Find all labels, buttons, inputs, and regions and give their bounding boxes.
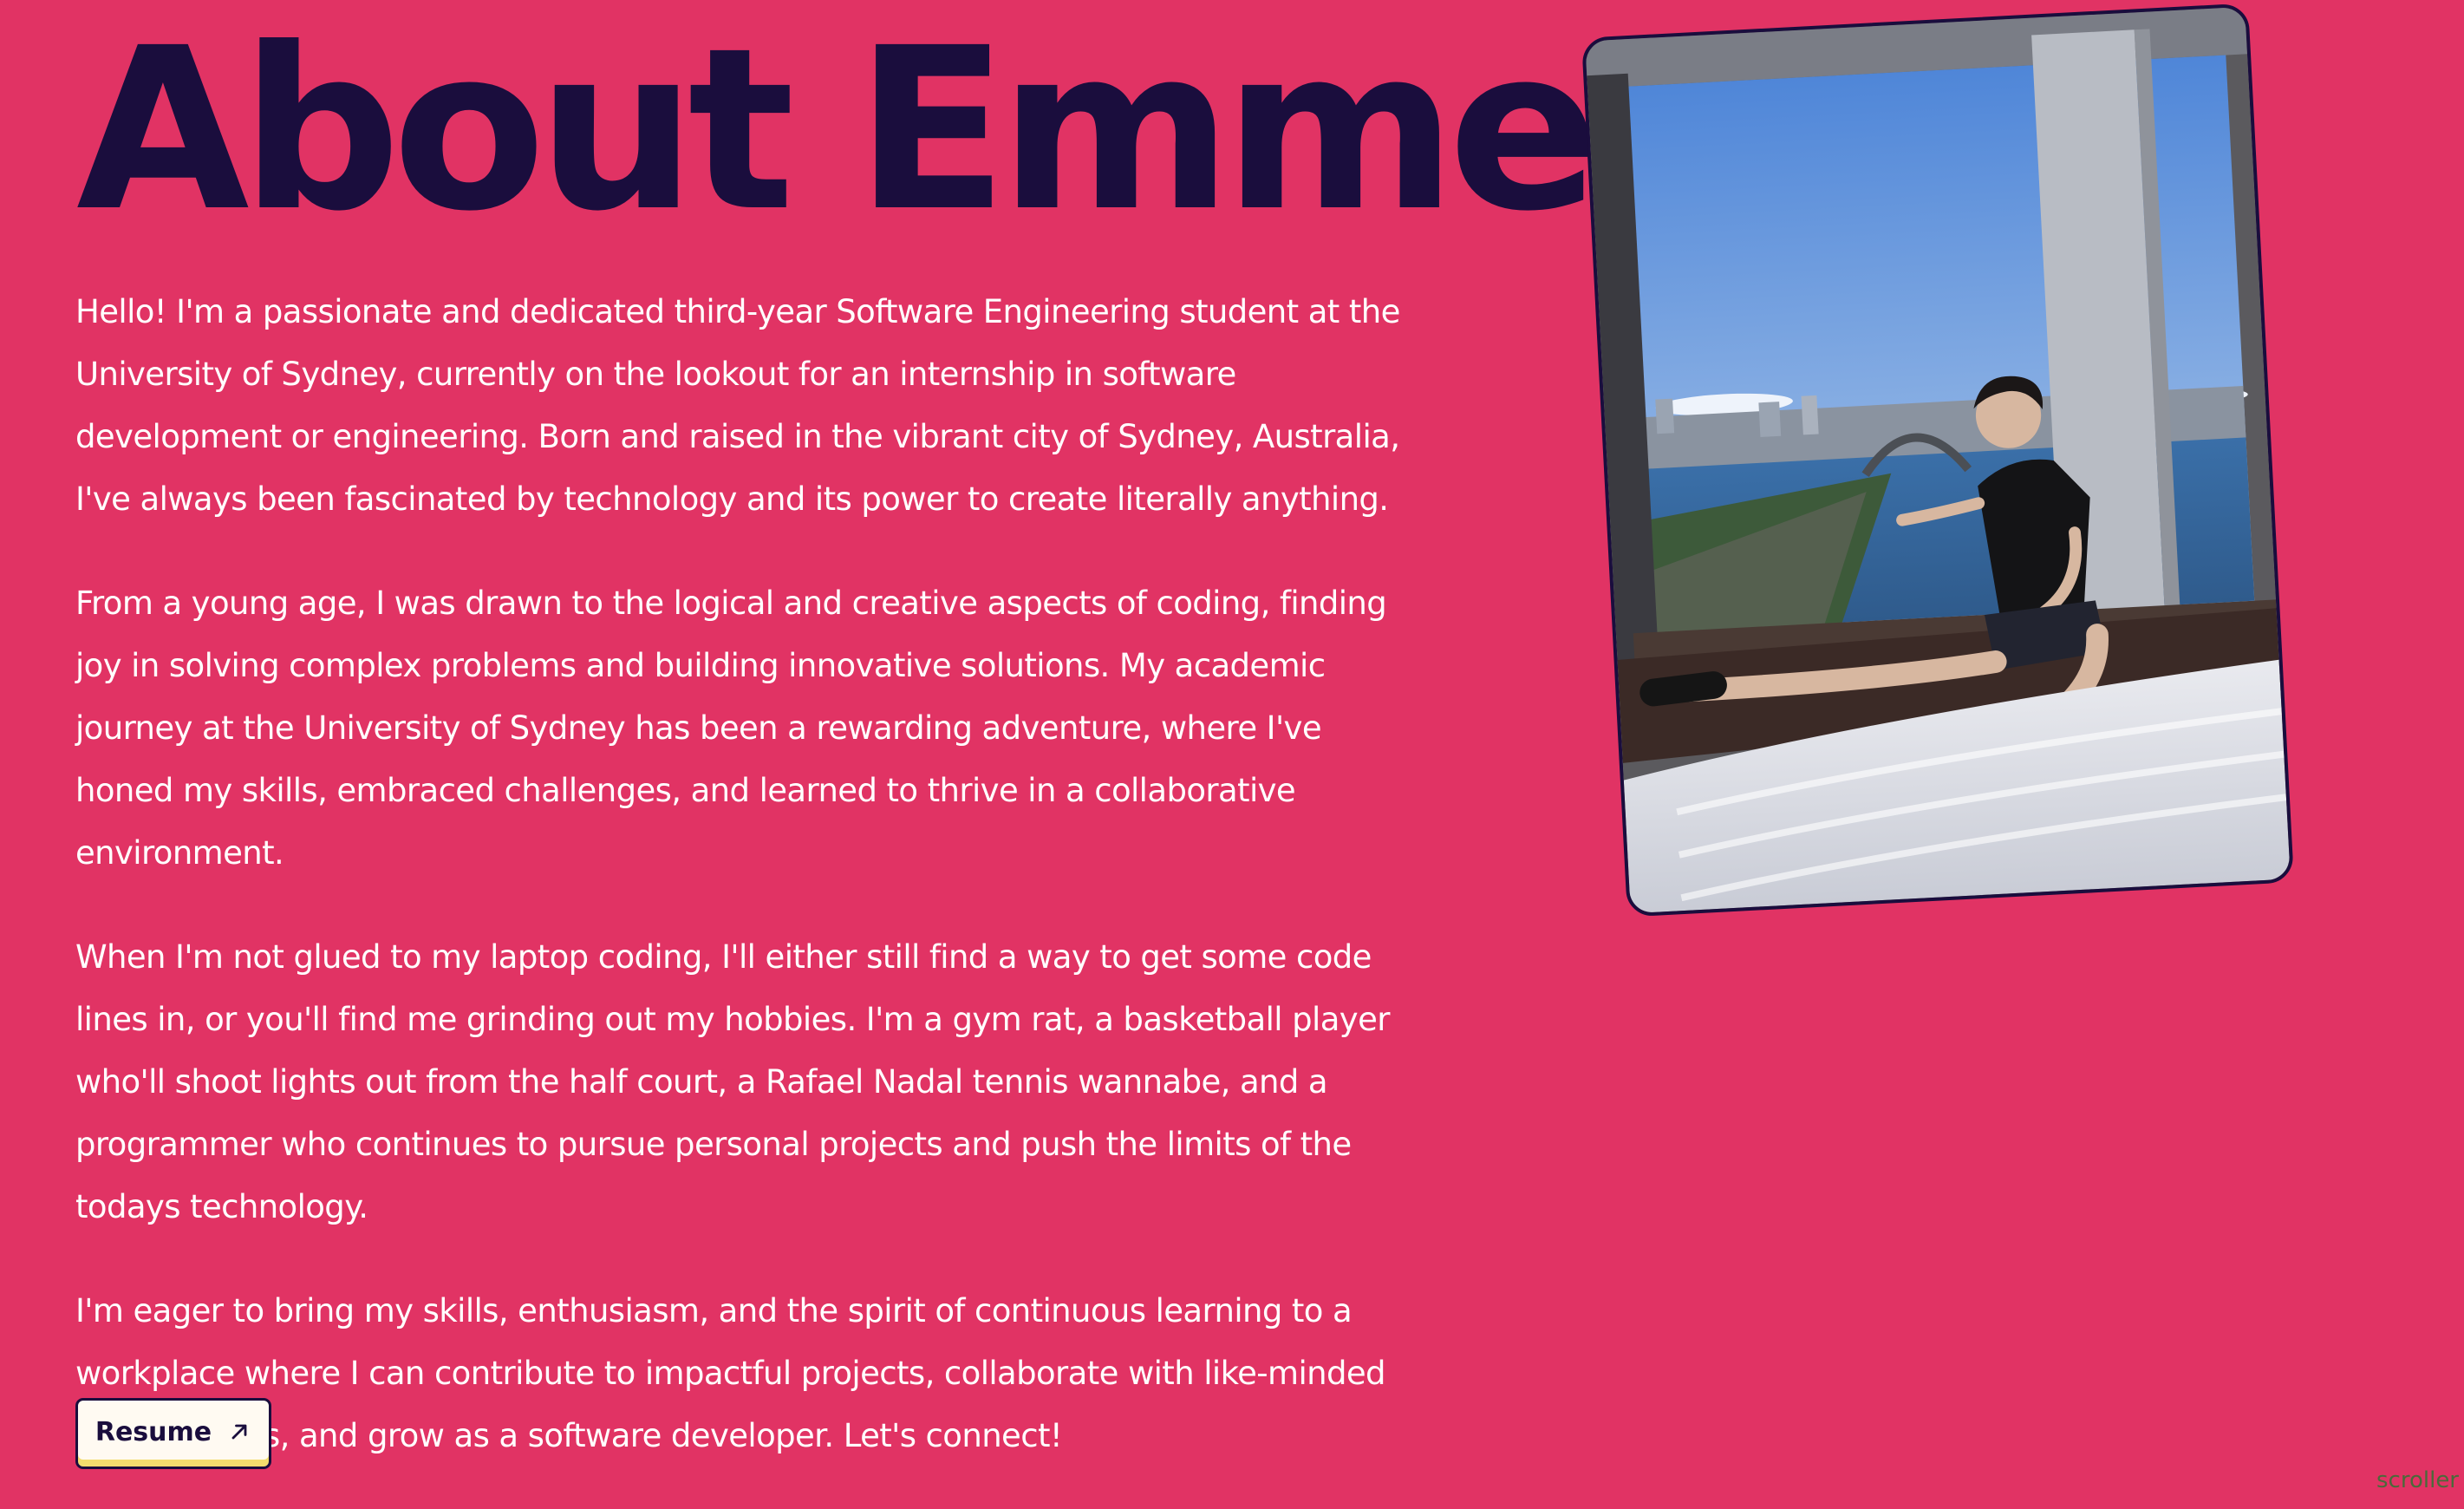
bio-paragraph-closing: I'm eager to bring my skills, enthusiasm… (75, 1292, 1386, 1454)
bio-paragraph-intro: Hello! I'm a passionate and dedicated th… (75, 293, 1400, 518)
page-title: About Emme (76, 0, 1600, 260)
resume-button-label: Resume (95, 1416, 212, 1447)
bio-paragraph-journey: From a young age, I was drawn to the log… (75, 585, 1387, 872)
bio-section: Hello! I'm a passionate and dedicated th… (75, 281, 1428, 1509)
resume-button[interactable]: Resume (75, 1398, 271, 1469)
profile-photo (1581, 3, 2295, 918)
bio-paragraph-hobbies: When I'm not glued to my laptop coding, … (75, 938, 1390, 1225)
scroller-watermark: scroller (2376, 1467, 2459, 1493)
profile-photo-illustration (1585, 6, 2291, 914)
arrow-up-right-icon (231, 1424, 247, 1440)
